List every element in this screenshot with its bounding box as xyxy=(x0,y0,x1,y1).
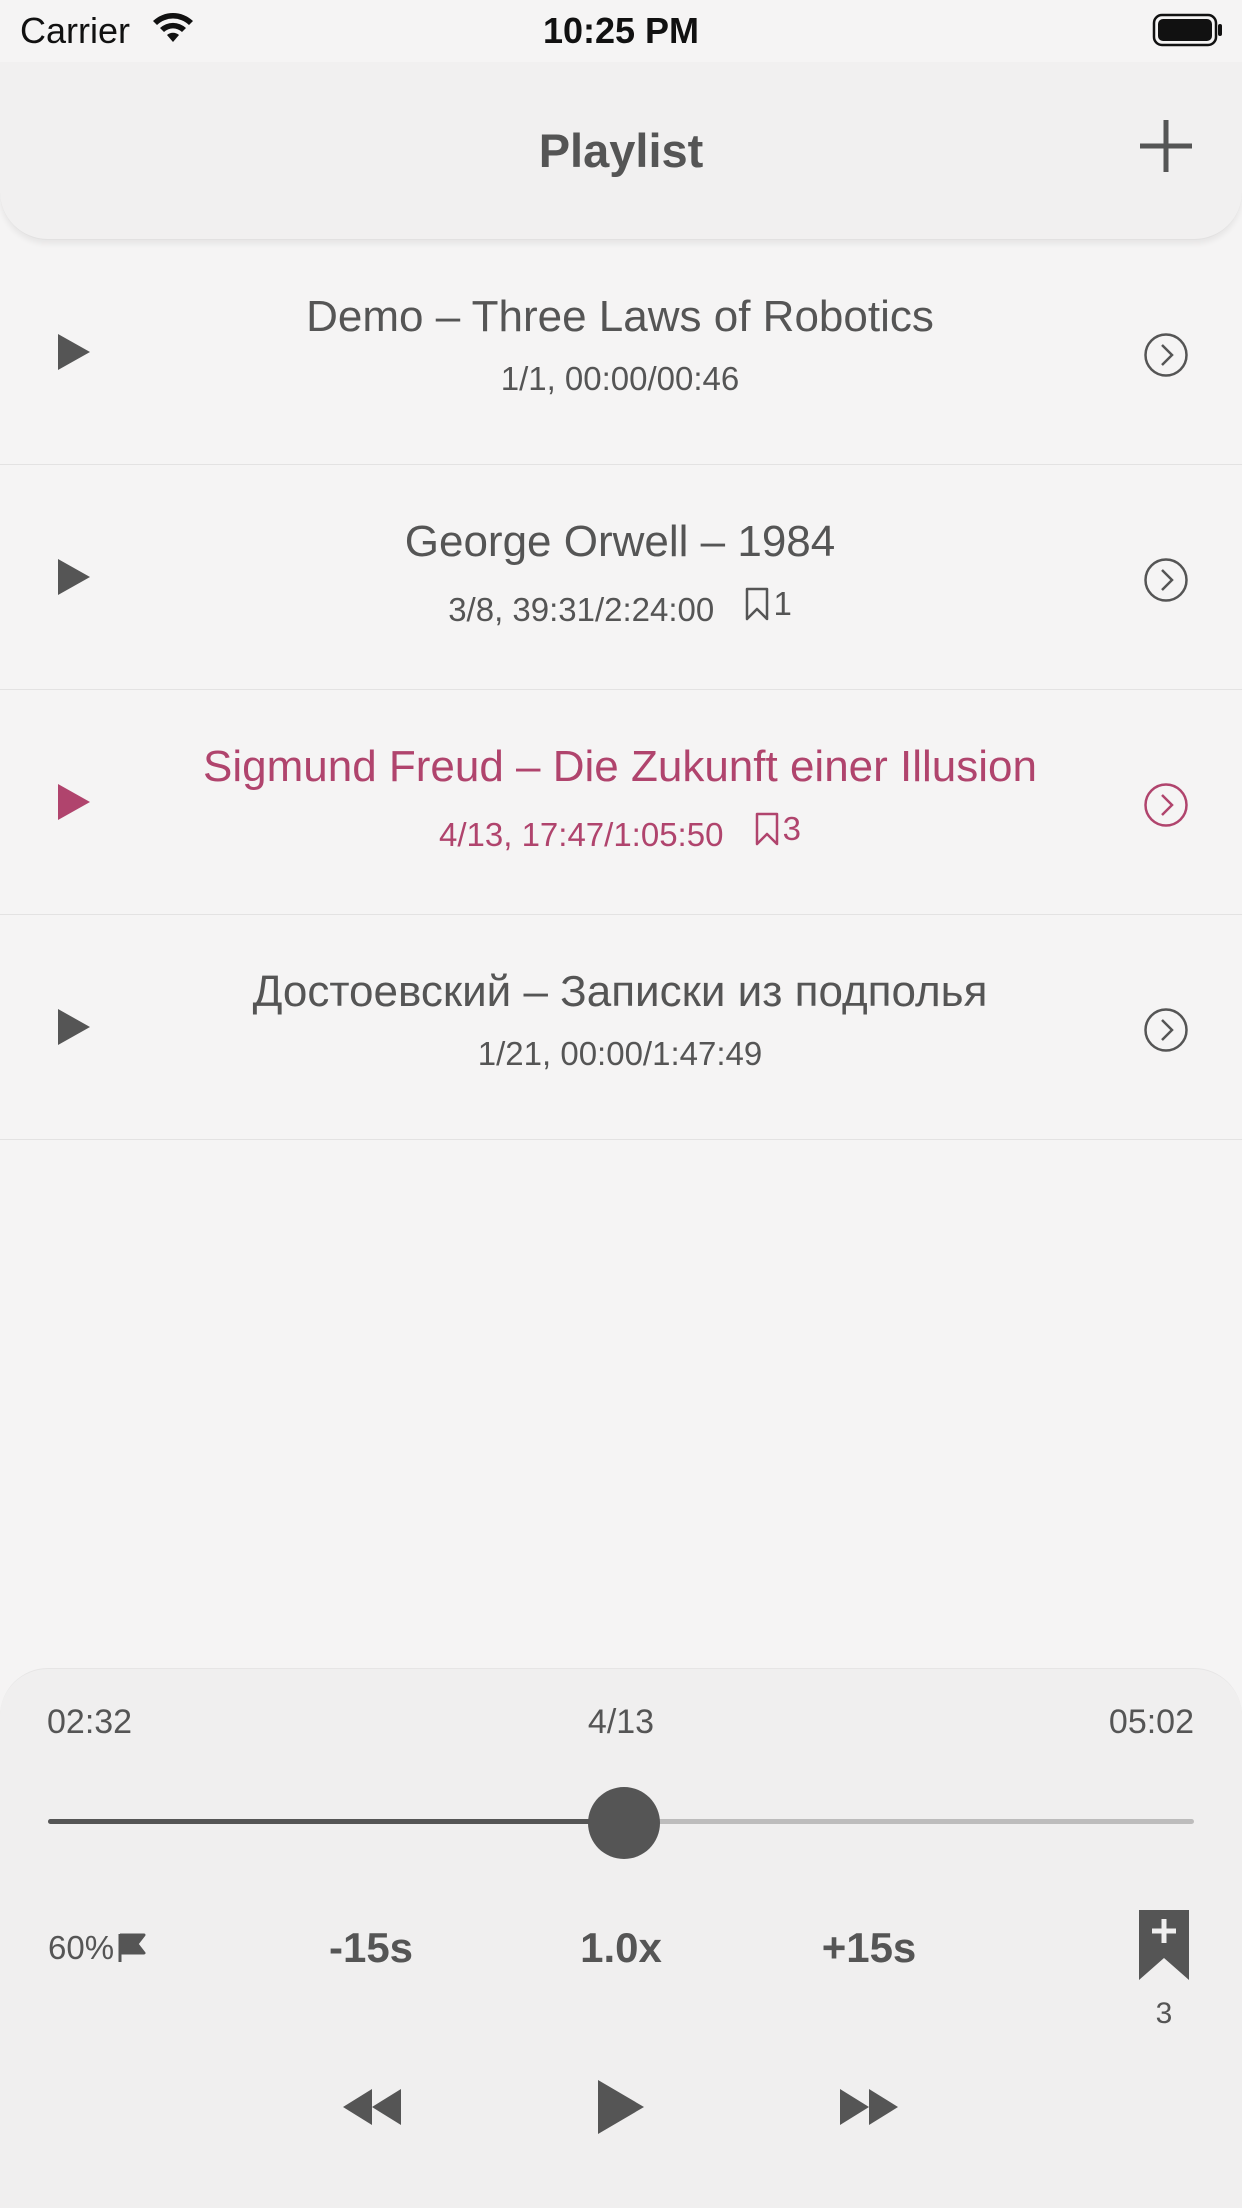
status-time: 10:25 PM xyxy=(542,10,700,51)
list-item[interactable]: Demo – Three Laws of Robotics 1/1, 00:00… xyxy=(0,240,1242,465)
skip-back-button[interactable]: -15s xyxy=(281,1924,461,1972)
item-meta: 3/8, 39:31/2:24:00 1 xyxy=(130,585,1110,629)
bookmark-count: 1 xyxy=(773,585,792,622)
list-item[interactable]: George Orwell – 1984 3/8, 39:31/2:24:00 … xyxy=(0,465,1242,690)
player-panel: 02:32 4/13 05:02 60% -15s 1.0x +15s 3 xyxy=(0,1668,1242,2208)
speaker-icon xyxy=(118,1933,146,1962)
item-title: Достоевский – Записки из подполья xyxy=(252,967,988,1016)
bookmark-total: 3 xyxy=(1155,1997,1173,2030)
bookmark-icon xyxy=(755,812,778,846)
item-title: Sigmund Freud – Die Zukunft einer Illusi… xyxy=(203,742,1037,791)
play-icon[interactable] xyxy=(598,2080,644,2134)
item-title: Demo – Three Laws of Robotics xyxy=(306,292,934,341)
slider-thumb[interactable] xyxy=(588,1787,661,1859)
previous-icon[interactable] xyxy=(343,2089,401,2125)
bookmark-count: 3 xyxy=(782,810,801,847)
list-item-active[interactable]: Sigmund Freud – Die Zukunft einer Illusi… xyxy=(0,690,1242,915)
skip-forward-button[interactable]: +15s xyxy=(779,1924,959,1972)
battery-icon xyxy=(1152,13,1222,47)
plus-icon[interactable] xyxy=(1138,118,1194,174)
volume-level: 60% xyxy=(48,1929,115,1966)
add-bookmark-icon[interactable] xyxy=(1139,1910,1189,1980)
chevron-right-circle-icon[interactable] xyxy=(1143,332,1189,378)
item-meta: 1/21, 00:00/1:47:49 xyxy=(130,1035,1110,1073)
nav-bar: Playlist xyxy=(0,62,1242,240)
list-item[interactable]: Достоевский – Записки из подполья 1/21, … xyxy=(0,915,1242,1140)
item-title: George Orwell – 1984 xyxy=(404,517,836,566)
play-icon[interactable] xyxy=(58,784,90,820)
playback-rate-button[interactable]: 1.0x xyxy=(531,1924,711,1972)
slider-fill xyxy=(48,1819,625,1824)
play-icon[interactable] xyxy=(58,1009,90,1045)
item-meta: 4/13, 17:47/1:05:50 3 xyxy=(130,810,1110,854)
remaining-time: 05:02 xyxy=(1108,1703,1194,1741)
item-meta: 1/1, 00:00/00:46 xyxy=(130,360,1110,398)
playlist: Demo – Three Laws of Robotics 1/1, 00:00… xyxy=(0,240,1242,1140)
item-progress: 3/8, 39:31/2:24:00 xyxy=(448,591,715,628)
play-icon[interactable] xyxy=(58,334,90,370)
bookmark-icon xyxy=(746,587,769,621)
item-progress: 1/21, 00:00/1:47:49 xyxy=(477,1035,763,1072)
page-title: Playlist xyxy=(538,124,704,177)
chevron-right-circle-icon[interactable] xyxy=(1143,782,1189,828)
next-icon[interactable] xyxy=(840,2089,898,2125)
volume-control[interactable]: 60% xyxy=(48,1929,148,1967)
bookmark-badge: 1 xyxy=(745,585,792,623)
track-position: 4/13 xyxy=(587,1703,655,1741)
item-progress: 4/13, 17:47/1:05:50 xyxy=(439,816,724,853)
item-progress: 1/1, 00:00/00:46 xyxy=(500,360,740,397)
bookmark-badge: 3 xyxy=(755,810,801,848)
chevron-right-circle-icon[interactable] xyxy=(1143,557,1189,603)
status-bar: Carrier 10:25 PM xyxy=(0,0,1242,62)
chevron-right-circle-icon[interactable] xyxy=(1143,1007,1189,1053)
progress-slider[interactable] xyxy=(48,1787,1194,1859)
play-icon[interactable] xyxy=(58,559,90,595)
